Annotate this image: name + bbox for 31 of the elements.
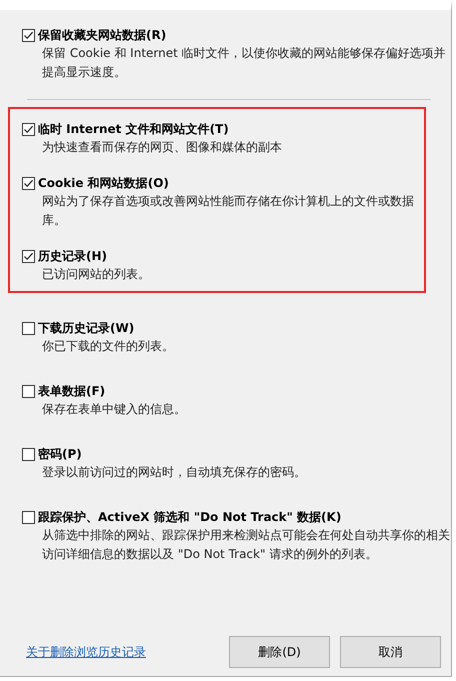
- delete-button[interactable]: 删除(D): [229, 636, 330, 668]
- checkbox[interactable]: [22, 322, 35, 334]
- check-icon: [23, 124, 34, 134]
- checkbox[interactable]: [22, 510, 35, 524]
- option-label[interactable]: 表单数据(F): [38, 383, 106, 399]
- check-icon: [23, 250, 34, 262]
- option-description: 从筛选中排除的网站、跟踪保护用来检测站点可能会在何处自动共享你的相关访问详细信息的数据以及 "Do Not Track" 请求的例外的列表。: [42, 527, 451, 563]
- option-description: 为快速查看而保存的网页、图像和媒体的副本: [42, 139, 283, 156]
- cancel-button[interactable]: 取消: [340, 636, 441, 668]
- option-label[interactable]: Cookie 和网站数据(O): [38, 175, 169, 191]
- option-description: 已访问网站的列表。: [42, 266, 151, 283]
- checkbox[interactable]: [22, 176, 35, 190]
- option-description: 保存在表单中键入的信息。: [42, 401, 187, 418]
- option-label[interactable]: 下载历史记录(W): [38, 320, 134, 336]
- checkbox[interactable]: [22, 28, 35, 42]
- option-description: 网站为了保存首选项或改善网站性能而存储在你计算机上的文件或数据库。: [42, 193, 415, 229]
- checkbox[interactable]: [22, 122, 35, 136]
- option-label[interactable]: 密码(P): [38, 446, 82, 462]
- option-label[interactable]: 跟踪保护、ActiveX 筛选和 "Do Not Track" 数据(K): [38, 509, 342, 525]
- checkbox[interactable]: [22, 448, 35, 460]
- option-description: 你已下载的文件的列表。: [42, 338, 175, 355]
- option-description: 保留 Cookie 和 Internet 临时文件，以使你收藏的网站能够保存偏好选项并提高显示速度。: [42, 45, 447, 81]
- option-description: 登录以前访问过的网站时，自动填充保存的密码。: [42, 464, 307, 481]
- checkbox[interactable]: [22, 384, 35, 398]
- checkbox[interactable]: [22, 250, 35, 262]
- option-label[interactable]: 历史记录(H): [38, 248, 108, 264]
- option-label[interactable]: 保留收藏夹网站数据(R): [38, 27, 166, 43]
- option-label[interactable]: 临时 Internet 文件和网站文件(T): [38, 121, 229, 137]
- help-link[interactable]: 关于删除浏览历史记录: [26, 644, 146, 660]
- check-icon: [23, 30, 34, 40]
- check-icon: [23, 178, 34, 188]
